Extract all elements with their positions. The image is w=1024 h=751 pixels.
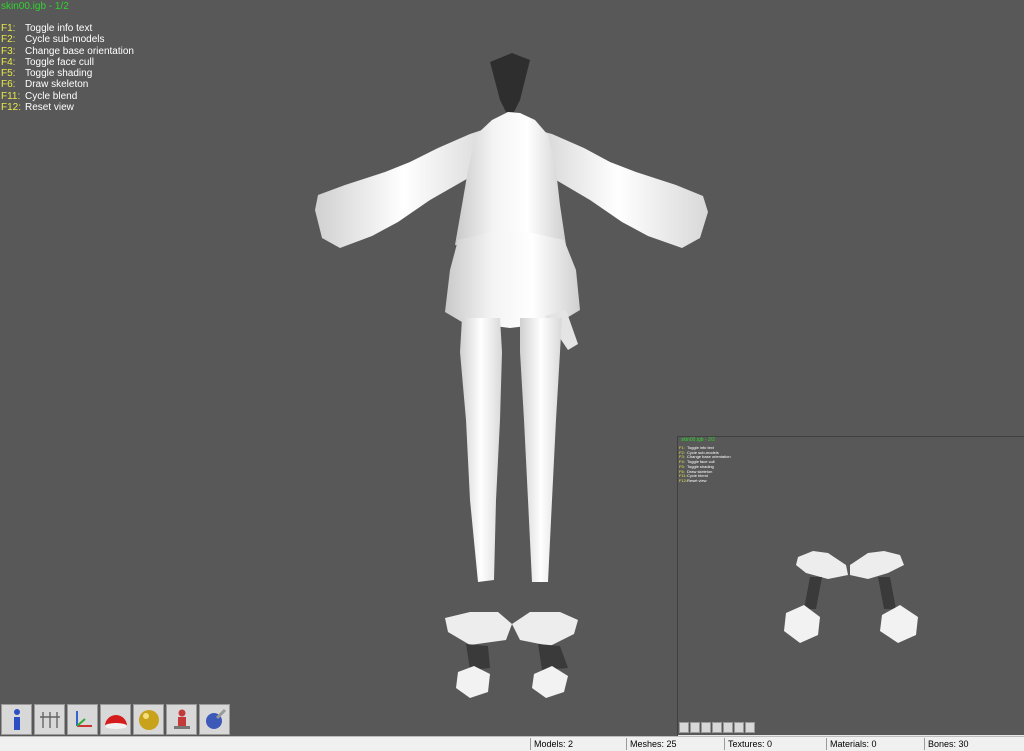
gold-sphere-button[interactable] — [133, 704, 164, 735]
status-bones: Bones: 30 — [924, 738, 1024, 750]
right-cuff — [880, 605, 918, 643]
toolbar — [0, 704, 230, 736]
left-shoe-dark — [466, 644, 490, 670]
right-boot-cuff — [512, 612, 578, 646]
info-button[interactable] — [1, 704, 32, 735]
inset-dome-button[interactable] — [712, 722, 722, 733]
inset-toolbar — [679, 722, 755, 733]
inset-figure-button[interactable] — [734, 722, 744, 733]
left-hand — [796, 551, 848, 579]
skeleton-figures-icon — [39, 711, 60, 728]
bone-figure-icon — [173, 709, 190, 729]
inset-globe-button[interactable] — [745, 722, 755, 733]
inset-info-button[interactable] — [679, 722, 689, 733]
torso — [455, 112, 566, 250]
status-materials: Materials: 0 — [826, 738, 924, 750]
inset-sphere-button[interactable] — [723, 722, 733, 733]
axes-icon — [75, 710, 92, 727]
status-textures: Textures: 0 — [724, 738, 826, 750]
red-dome-button[interactable] — [100, 704, 131, 735]
left-boot-cuff — [445, 612, 512, 645]
info-icon — [13, 708, 20, 730]
left-forearm — [804, 577, 822, 609]
inset-skeleton-button[interactable] — [690, 722, 700, 733]
right-shoe-dark — [538, 644, 568, 670]
3d-viewport[interactable]: skin00.igb - 1/2 F1: Toggle info text F2:… — [0, 0, 1024, 740]
inset-axes-button[interactable] — [701, 722, 711, 733]
left-shoe — [456, 666, 490, 698]
red-dome-icon — [104, 714, 127, 729]
gold-sphere-icon — [138, 709, 159, 730]
inset-hands-model[interactable] — [678, 437, 1024, 737]
right-shoe — [532, 666, 568, 698]
globe-brush-button[interactable] — [199, 704, 230, 735]
inset-viewport[interactable]: skin00.igb - 2/2 F1: Toggle info text F2:… — [677, 436, 1024, 740]
status-bar: Models: 2 Meshes: 25 Textures: 0 Materia… — [0, 736, 1024, 751]
skeleton-figures-button[interactable] — [34, 704, 65, 735]
hair-piece — [490, 53, 530, 112]
left-leg — [460, 318, 502, 582]
status-models: Models: 2 — [530, 738, 626, 750]
bone-figure-button[interactable] — [166, 704, 197, 735]
axes-button[interactable] — [67, 704, 98, 735]
right-hand — [850, 551, 904, 579]
right-forearm — [878, 577, 896, 609]
globe-brush-icon — [205, 708, 226, 729]
right-leg — [520, 318, 562, 582]
status-meshes: Meshes: 25 — [626, 738, 724, 750]
left-cuff — [784, 605, 820, 643]
